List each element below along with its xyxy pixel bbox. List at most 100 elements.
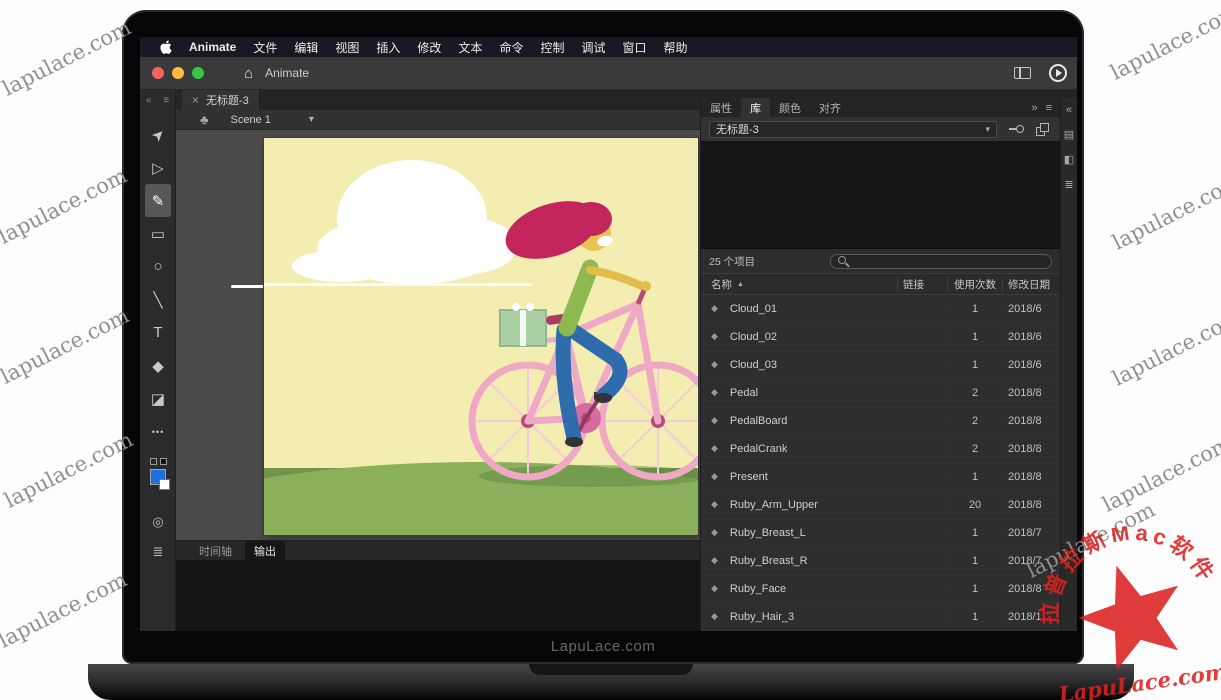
- selection-tool[interactable]: ➤: [145, 118, 171, 151]
- rectangle-tool[interactable]: ▭: [145, 217, 171, 250]
- library-row[interactable]: ◆Cloud_01 1 2018/6: [701, 295, 1060, 323]
- ink-bottle-tool[interactable]: ◆: [145, 349, 171, 382]
- library-document-select[interactable]: 无标题-3 ▾: [709, 121, 997, 138]
- library-row[interactable]: ◆PedalCrank 2 2018/8: [701, 435, 1060, 463]
- column-name[interactable]: 名称 ▲: [701, 277, 897, 292]
- library-row[interactable]: ◆Cloud_02 1 2018/6: [701, 323, 1060, 351]
- menu-item-debug[interactable]: 调试: [581, 39, 605, 56]
- expand-panels-icon[interactable]: «: [1066, 104, 1072, 116]
- library-row[interactable]: ◆PedalBoard 2 2018/8: [701, 407, 1060, 435]
- tools-menu-icon[interactable]: ≡: [163, 95, 169, 106]
- layers-icon[interactable]: ≣: [153, 544, 164, 560]
- line-tool[interactable]: ╲: [145, 283, 171, 316]
- symbol-icon: ◆: [711, 527, 718, 538]
- menu-item-window[interactable]: 窗口: [622, 39, 646, 56]
- column-link[interactable]: 链接: [897, 277, 947, 292]
- menu-app-name[interactable]: Animate: [189, 40, 236, 54]
- item-use-count: 1: [947, 303, 1002, 315]
- library-row[interactable]: ◆Pedal 2 2018/8: [701, 379, 1060, 407]
- menu-item-command[interactable]: 命令: [499, 39, 523, 56]
- menu-item-view[interactable]: 视图: [335, 39, 359, 56]
- menu-item-modify[interactable]: 修改: [417, 39, 441, 56]
- output-panel-content[interactable]: [176, 560, 700, 631]
- color-swatches: [140, 458, 176, 485]
- tab-library[interactable]: 库: [741, 98, 770, 117]
- library-document-value: 无标题-3: [716, 121, 759, 137]
- column-modified[interactable]: 修改日期: [1002, 277, 1060, 292]
- tab-properties[interactable]: 属性: [701, 98, 741, 117]
- item-name: Ruby_Breast_L: [730, 527, 806, 539]
- more-tools-button[interactable]: •••: [145, 415, 171, 448]
- library-column-headers: 名称 ▲ 链接 使用次数 修改日期: [701, 273, 1060, 295]
- pin-library-icon[interactable]: [1009, 125, 1024, 133]
- column-use-count[interactable]: 使用次数: [947, 277, 1002, 292]
- panel-menu-icon[interactable]: ≡: [1046, 102, 1052, 114]
- zoom-window-button[interactable]: [192, 67, 204, 79]
- line-icon: ╲: [153, 291, 162, 309]
- library-row[interactable]: ◆Ruby_Breast_L 1 2018/7: [701, 519, 1060, 547]
- workspace-layout-icon[interactable]: [1014, 67, 1031, 79]
- oval-tool[interactable]: ○: [145, 250, 171, 283]
- menu-item-text[interactable]: 文本: [458, 39, 482, 56]
- collapsed-panel-color-icon[interactable]: ◧: [1064, 153, 1074, 166]
- library-row[interactable]: ◆Ruby_Arm_Upper 20 2018/8: [701, 491, 1060, 519]
- library-row[interactable]: ◆Ruby_Breast_R 1 2018/7: [701, 547, 1060, 575]
- tab-timeline[interactable]: 时间轴: [190, 541, 241, 561]
- home-tab-label: Animate: [265, 66, 309, 80]
- minimize-window-button[interactable]: [172, 67, 184, 79]
- star-icon: [1072, 558, 1189, 675]
- item-name: Cloud_03: [730, 359, 777, 371]
- new-library-panel-icon[interactable]: [1036, 123, 1049, 136]
- symbol-icon: ◆: [711, 359, 718, 370]
- subselection-tool[interactable]: ▷: [145, 151, 171, 184]
- fill-color-swatch[interactable]: [150, 469, 166, 485]
- close-window-button[interactable]: [152, 67, 164, 79]
- menu-item-help[interactable]: 帮助: [664, 39, 688, 56]
- eraser-tool[interactable]: ◪: [145, 382, 171, 415]
- scene-label[interactable]: Scene 1: [231, 114, 271, 126]
- scene-symbol-icon[interactable]: ♣: [200, 112, 209, 127]
- laptop-brand-text: LapuLace.com: [122, 638, 1084, 655]
- library-search-input[interactable]: [830, 254, 1052, 269]
- ink-bottle-icon: ◆: [152, 357, 164, 375]
- text-icon: T: [153, 324, 162, 341]
- apple-menu[interactable]: [160, 40, 172, 54]
- home-tab[interactable]: ⌂ Animate: [244, 65, 309, 82]
- test-movie-button[interactable]: [1049, 64, 1067, 82]
- close-document-icon[interactable]: ×: [192, 93, 199, 107]
- library-row[interactable]: ◆Ruby_Hair_3 1 2018/1: [701, 603, 1060, 631]
- eraser-icon: ◪: [151, 390, 165, 408]
- brush-tool[interactable]: ✎: [145, 184, 171, 217]
- library-preview[interactable]: [701, 141, 1060, 249]
- menu-item-control[interactable]: 控制: [540, 39, 564, 56]
- library-row[interactable]: ◆Ruby_Face 1 2018/8: [701, 575, 1060, 603]
- symbol-icon: ◆: [711, 583, 718, 594]
- library-item-count: 25 个项目: [709, 254, 755, 269]
- library-row[interactable]: ◆Present 1 2018/8: [701, 463, 1060, 491]
- tab-color[interactable]: 颜色: [770, 98, 810, 117]
- menu-item-file[interactable]: 文件: [253, 39, 277, 56]
- collapse-tools-icon[interactable]: «: [146, 95, 152, 106]
- tab-align[interactable]: 对齐: [810, 98, 850, 117]
- column-name-label: 名称: [711, 277, 732, 292]
- menu-item-edit[interactable]: 编辑: [294, 39, 318, 56]
- tab-output[interactable]: 输出: [245, 541, 285, 561]
- panel-overflow-icon[interactable]: »: [1031, 102, 1037, 114]
- fill-color-mini[interactable]: [160, 458, 167, 465]
- library-row[interactable]: ◆Cloud_03 1 2018/6: [701, 351, 1060, 379]
- document-tab-bar: × 无标题-3: [176, 90, 700, 110]
- text-tool[interactable]: T: [145, 316, 171, 349]
- stroke-color-mini[interactable]: [150, 458, 157, 465]
- scene-chevron-down-icon[interactable]: ▾: [309, 114, 314, 125]
- select-chevron-down-icon: ▾: [985, 124, 990, 135]
- stage[interactable]: [264, 138, 698, 535]
- snap-magnet-icon[interactable]: ◎: [152, 514, 163, 530]
- collapsed-panel-swatches-icon[interactable]: ▤: [1064, 128, 1074, 141]
- menu-item-insert[interactable]: 插入: [376, 39, 400, 56]
- edit-bar: ♣ Scene 1 ▾: [176, 110, 700, 130]
- item-name: Pedal: [730, 387, 758, 399]
- item-use-count: 20: [947, 499, 1002, 511]
- collapsed-panel-layers-icon[interactable]: ≣: [1064, 178, 1073, 191]
- document-tab[interactable]: × 无标题-3: [182, 90, 260, 110]
- pasteboard[interactable]: [176, 130, 700, 540]
